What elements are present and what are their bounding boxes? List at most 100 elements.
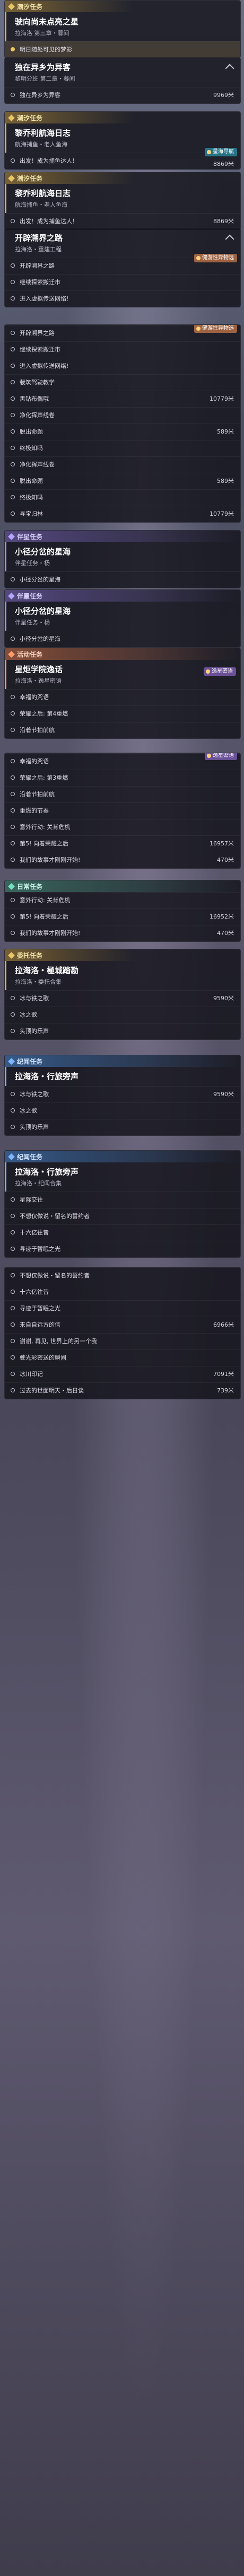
- quest-step[interactable]: 小径分岔的星海: [5, 631, 240, 647]
- step-distance: 470米: [217, 930, 234, 937]
- quest-step[interactable]: 寻宝归林 10779米: [5, 506, 240, 522]
- category-diamond-icon: [8, 592, 15, 599]
- quest-step[interactable]: 脱出命题 589米: [5, 424, 240, 440]
- quest-subtitle: 黎明分班 第二章・暮间: [15, 75, 75, 82]
- quest-step[interactable]: 终极知吗: [5, 489, 240, 506]
- quest-step[interactable]: 净化挥声线卷: [5, 456, 240, 473]
- quest-header[interactable]: 拉海洛・行旅旁声 拉海洛・纪闻合集: [5, 1162, 240, 1192]
- quest-header[interactable]: 小径分岔的星海 伴星任务・杨: [5, 542, 240, 571]
- step-marker-icon: [11, 479, 15, 483]
- quest-step[interactable]: 星际交往: [5, 1192, 240, 1208]
- quest-step[interactable]: 不想仅做说・留名的誓约者: [5, 1208, 240, 1224]
- step-marker-icon: [11, 996, 15, 1000]
- quest-step[interactable]: 健游性异物选 开辟溯界之路: [5, 254, 240, 274]
- quest-step[interactable]: 第5! 向着荣耀之后 16952米: [5, 908, 240, 925]
- event-tag[interactable]: 逸星密语: [204, 667, 236, 676]
- quest-step[interactable]: 十六亿往昔: [5, 1224, 240, 1241]
- category-header: 活动任务: [5, 648, 240, 660]
- step-text: 小径分岔的星海: [20, 576, 60, 583]
- step-marker-icon: [11, 1108, 15, 1113]
- step-text: 头顶的乐声: [20, 1028, 49, 1035]
- navigation-tag[interactable]: 星海导航: [205, 148, 237, 156]
- quest-step[interactable]: 第5! 向着荣耀之后 16957米: [5, 835, 240, 852]
- quest-step[interactable]: 逸星密语 幸福的咒语: [5, 753, 240, 770]
- quest-step[interactable]: 荣耀之后: 第3重燃: [5, 770, 240, 786]
- quest-step[interactable]: 意外行动: 关背危机: [5, 892, 240, 908]
- navigation-icon: [207, 150, 211, 154]
- step-text: 脱出命题: [20, 428, 43, 435]
- quest-subtitle: 拉海洛・纪闻合集: [15, 1180, 62, 1187]
- quest-step[interactable]: 头顶的乐声: [5, 1119, 240, 1135]
- category-label: 潮汐任务: [17, 114, 43, 122]
- step-marker-icon: [11, 280, 15, 284]
- quest-step[interactable]: 寻迹于暂眠之光: [5, 1241, 240, 1257]
- quest-step[interactable]: 明日随处可见的梦影: [5, 41, 240, 58]
- quest-step[interactable]: 脱出命题 589米: [5, 473, 240, 489]
- quest-step[interactable]: 冰与铁之歌 9590米: [5, 1086, 240, 1102]
- quest-step[interactable]: 栽筑驾驶教学: [5, 374, 240, 391]
- quest-step[interactable]: 过去的世面明天・后日谈 739米: [5, 1382, 240, 1399]
- step-text: 冰与铁之歌: [20, 995, 49, 1002]
- category-diamond-icon: [8, 951, 15, 959]
- quest-step[interactable]: 重燃的节奏: [5, 802, 240, 819]
- quest-step[interactable]: 进入虚拟传送网络!: [5, 358, 240, 374]
- event-tag[interactable]: 逸星密语: [205, 753, 237, 760]
- step-text: 冰之歌: [20, 1011, 37, 1018]
- quest-panel-tide-4: 潮汐任务 黎乔利航海日志 航海捕鱼・老人鱼海 出发！成为捕鱼达人！ 8869米: [4, 172, 241, 230]
- quest-step[interactable]: 沿着节拍前航: [5, 722, 240, 738]
- quest-step[interactable]: 出发！成为捕鱼达人！ 8869米: [5, 213, 240, 230]
- quest-step[interactable]: 净化挥声线卷: [5, 407, 240, 424]
- quest-step[interactable]: 不想仅做说・留名的誓约者: [5, 1267, 240, 1284]
- category-label: 伴星任务: [17, 592, 43, 600]
- quest-subtitle: 拉海洛 第三章・暮间: [15, 30, 69, 37]
- step-text: 不想仅做说・留名的誓约者: [20, 1213, 90, 1220]
- quest-step[interactable]: 驶光彩密送的瞬间: [5, 1349, 240, 1366]
- quest-header[interactable]: 独在异乡为异客 黎明分班 第二章・暮间: [5, 58, 240, 87]
- quest-title: 拉海洛・行旅旁声: [15, 1167, 79, 1177]
- quest-step[interactable]: 黑钻布偶哦 10779米: [5, 391, 240, 407]
- quest-panel-tide-1: 潮汐任务 驶向尚未点亮之星 拉海洛 第三章・暮间 明日随处可见的梦影: [4, 0, 241, 58]
- quest-step[interactable]: 谢谢, 再见, 世界上的另一个我: [5, 1333, 240, 1349]
- quest-panel-companion-8: 伴星任务 小径分岔的星海 伴星任务・杨 小径分岔的星海: [4, 589, 241, 648]
- quest-header[interactable]: 小径分岔的星海 伴星任务・杨: [5, 602, 240, 631]
- quest-step[interactable]: 意外行动: 关背危机: [5, 819, 240, 835]
- category-header: 潮汐任务: [5, 1, 240, 12]
- quest-header[interactable]: 黎乔利航海日志 航海捕鱼・老人鱼海: [5, 184, 240, 213]
- step-marker-icon: [11, 495, 15, 499]
- quest-step[interactable]: 继续探索搬迁市: [5, 341, 240, 358]
- quest-header[interactable]: 拉海洛・極城踏勘 拉海洛・委托合集: [5, 961, 240, 990]
- navigation-tag[interactable]: 健游性异物选: [194, 254, 237, 262]
- quest-step[interactable]: 荣耀之后: 第4重燃: [5, 705, 240, 722]
- step-marker-icon: [11, 396, 15, 401]
- quest-step[interactable]: 冰与铁之歌 9590米: [5, 990, 240, 1007]
- category-label: 委托任务: [17, 951, 43, 959]
- quest-subtitle: 航海捕鱼・老人鱼海: [15, 201, 67, 208]
- step-distance: 739米: [217, 1387, 234, 1394]
- navigation-tag[interactable]: 健游性异物选: [194, 325, 237, 333]
- quest-step[interactable]: 终极知吗: [5, 440, 240, 456]
- quest-step[interactable]: 我们的故事才刚刚开始! 470米: [5, 925, 240, 941]
- quest-step[interactable]: 我们的故事才刚刚开始! 470米: [5, 852, 240, 868]
- step-text: 意外行动: 关背危机: [20, 824, 71, 831]
- quest-step[interactable]: 来自自远方的信 6966米: [5, 1317, 240, 1333]
- quest-header[interactable]: 开辟溯界之路 拉海洛・重建工程: [5, 228, 240, 258]
- quest-step[interactable]: 冰川印记 7091米: [5, 1366, 240, 1382]
- quest-step[interactable]: 小径分岔的星海: [5, 571, 240, 588]
- quest-step[interactable]: 幸福的咒语: [5, 689, 240, 705]
- quest-step[interactable]: 沿着节拍前航: [5, 786, 240, 802]
- quest-step[interactable]: 独在异乡为异客 9969米: [5, 87, 240, 103]
- quest-subtitle: 拉海洛・逸星密语: [15, 677, 62, 684]
- quest-step[interactable]: 寻迹于暂眠之光: [5, 1300, 240, 1317]
- step-distance: 589米: [217, 428, 234, 435]
- quest-step[interactable]: 冰之歌: [5, 1007, 240, 1023]
- quest-header[interactable]: 驶向尚未点亮之星 拉海洛 第三章・暮间: [5, 12, 240, 41]
- quest-step[interactable]: 健游性异物选 开辟溯界之路: [5, 325, 240, 341]
- quest-step[interactable]: 进入虚拟传送网络!: [5, 290, 240, 307]
- quest-step[interactable]: 冰之歌: [5, 1102, 240, 1119]
- quest-step[interactable]: 继续探索搬迁市: [5, 274, 240, 290]
- quest-step[interactable]: 星海导航 出发！成为捕鱼达人！ 8869米: [5, 148, 240, 169]
- quest-header[interactable]: 拉海洛・行旅旁声: [5, 1067, 240, 1086]
- quest-header[interactable]: 星炬学院逸话 拉海洛・逸星密语 逸星密语: [5, 660, 240, 689]
- quest-step[interactable]: 十六亿往昔: [5, 1284, 240, 1300]
- quest-step[interactable]: 头顶的乐声: [5, 1023, 240, 1039]
